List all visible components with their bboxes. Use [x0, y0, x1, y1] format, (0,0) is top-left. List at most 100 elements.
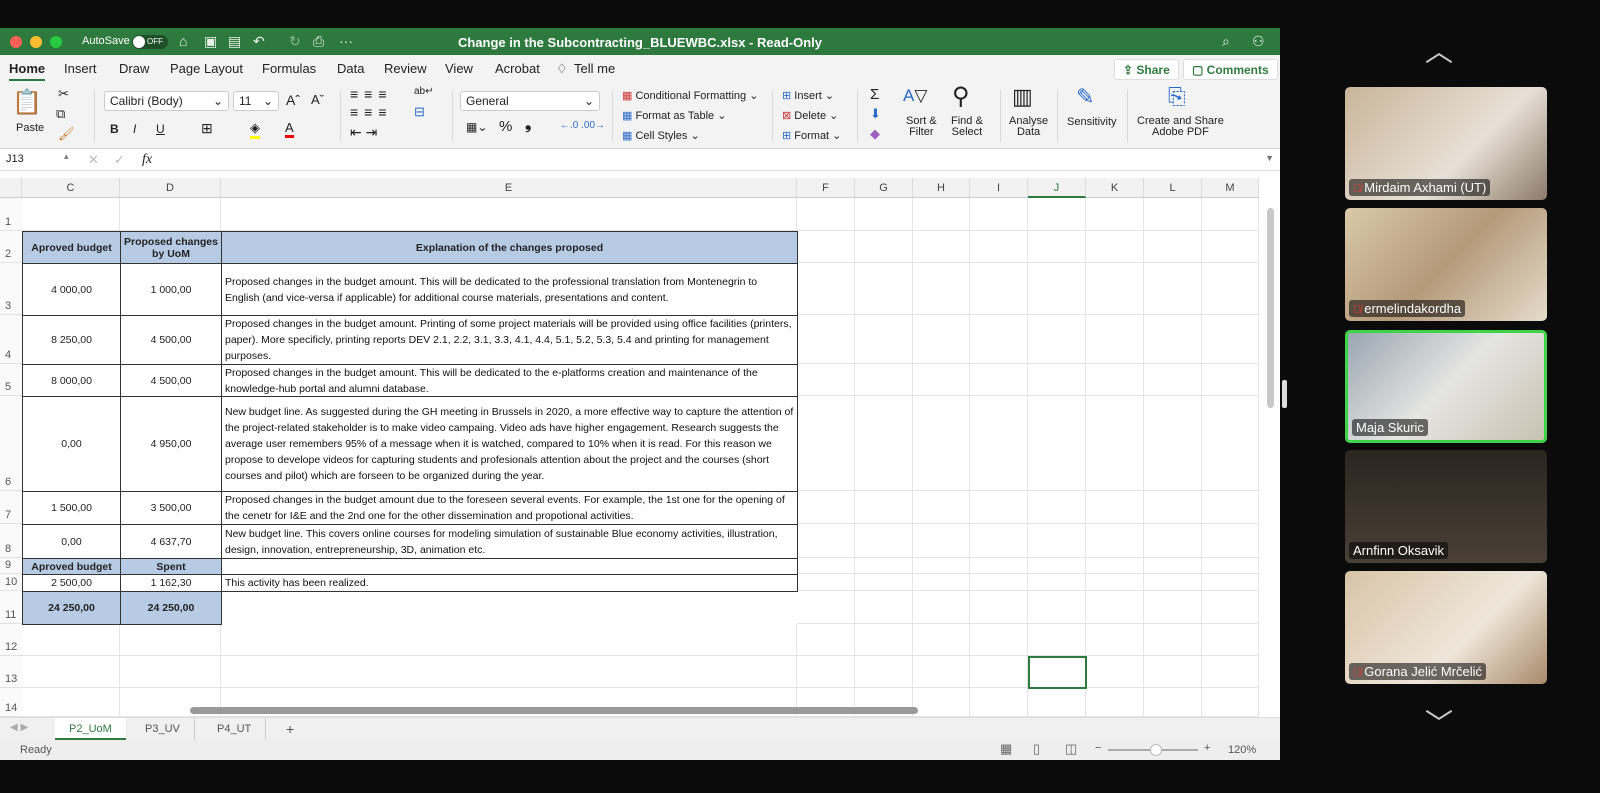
cell[interactable] [855, 315, 913, 364]
cell[interactable] [1086, 591, 1144, 624]
row-header-3[interactable]: 3 [0, 263, 22, 315]
explanation-cell[interactable]: Proposed changes in the budget amount. P… [221, 315, 798, 365]
cell[interactable] [1144, 263, 1202, 315]
approved-budget-cell[interactable]: 8 250,00 [22, 315, 121, 365]
autosum-icon[interactable]: Σ [870, 86, 879, 103]
cell[interactable] [797, 491, 855, 524]
create-share-pdf-button[interactable]: Create and Share Adobe PDF [1137, 116, 1224, 138]
tab-formulas[interactable]: Formulas [262, 61, 316, 76]
cell[interactable] [855, 198, 913, 231]
column-header-d[interactable]: D [120, 178, 221, 198]
cell[interactable] [913, 688, 970, 717]
row-header-1[interactable]: 1 [0, 198, 22, 231]
cell[interactable] [1086, 558, 1144, 574]
cell[interactable] [120, 624, 221, 656]
decrease-font-icon[interactable]: Aˇ [311, 92, 324, 107]
column-header-c[interactable]: C [22, 178, 120, 198]
cell[interactable] [797, 198, 855, 231]
cell[interactable] [797, 396, 855, 491]
cell[interactable] [1202, 624, 1259, 656]
selected-cell-j13[interactable] [1028, 656, 1087, 689]
underline-button[interactable]: U [156, 122, 165, 136]
explanation-cell[interactable]: New budget line. This covers online cour… [221, 524, 798, 559]
row-header-11[interactable]: 11 [0, 591, 22, 624]
cell[interactable] [797, 591, 855, 624]
cell[interactable] [970, 364, 1028, 396]
sensitivity-button[interactable]: Sensitivity [1067, 116, 1117, 128]
comments-button[interactable]: ▢ Comments [1183, 59, 1278, 80]
cell[interactable] [797, 231, 855, 263]
zoom-out-button[interactable]: − [1095, 742, 1101, 754]
cell[interactable] [1028, 558, 1086, 574]
cell[interactable] [913, 558, 970, 574]
cell[interactable] [855, 574, 913, 591]
cell[interactable] [1086, 491, 1144, 524]
clear-icon[interactable]: ◆ [870, 126, 880, 142]
vertical-scrollbar[interactable] [1267, 208, 1274, 408]
header-approved-budget-2[interactable]: Aproved budget [22, 558, 121, 575]
cell[interactable] [221, 198, 797, 231]
cell[interactable] [1086, 364, 1144, 396]
cell[interactable] [913, 591, 970, 624]
find-icon[interactable]: ⚲ [952, 82, 970, 111]
row-header-13[interactable]: 13 [0, 656, 22, 688]
sheet-nav-arrows[interactable]: ◀ ▶ [10, 722, 28, 733]
cell[interactable] [1202, 524, 1259, 558]
cell[interactable] [1028, 231, 1086, 263]
cell[interactable] [1028, 524, 1086, 558]
cell[interactable] [22, 656, 120, 688]
cell[interactable] [1086, 315, 1144, 364]
cell[interactable] [1086, 624, 1144, 656]
copy-icon[interactable]: ⧉ [56, 106, 65, 122]
empty-cell[interactable] [221, 558, 798, 575]
cell[interactable] [1028, 574, 1086, 591]
row-header-9[interactable]: 9 [0, 558, 22, 574]
approved-budget-cell[interactable]: 8 000,00 [22, 364, 121, 397]
name-box[interactable]: J13 [6, 153, 24, 165]
function-icon[interactable]: fx [142, 152, 152, 168]
cell[interactable] [970, 491, 1028, 524]
cell[interactable] [1202, 491, 1259, 524]
cell[interactable] [1028, 263, 1086, 315]
cell[interactable] [970, 558, 1028, 574]
cell[interactable] [797, 558, 855, 574]
approved-budget-cell[interactable]: 0,00 [22, 524, 121, 559]
tab-page-layout[interactable]: Page Layout [170, 61, 243, 76]
row-header-5[interactable]: 5 [0, 364, 22, 396]
cell[interactable] [1144, 364, 1202, 396]
tab-draw[interactable]: Draw [119, 61, 149, 76]
header-approved-budget[interactable]: Aproved budget [22, 231, 121, 264]
analyse-data-button[interactable]: Analyse Data [1009, 116, 1048, 138]
cell[interactable] [22, 624, 120, 656]
cell[interactable] [1028, 688, 1086, 717]
cell[interactable] [1202, 315, 1259, 364]
share-button[interactable]: ⇪ Share [1114, 59, 1179, 80]
cell[interactable] [855, 591, 913, 624]
proposed-change-cell[interactable]: 4 500,00 [120, 364, 222, 397]
cell[interactable] [855, 558, 913, 574]
cell[interactable] [1028, 198, 1086, 231]
column-header-m[interactable]: M [1202, 178, 1259, 198]
cell[interactable] [1144, 231, 1202, 263]
approved-budget-cell[interactable]: 1 500,00 [22, 491, 121, 525]
cell[interactable] [1086, 688, 1144, 717]
page-layout-view-icon[interactable]: ▯ [1033, 741, 1040, 757]
cell[interactable] [221, 624, 797, 656]
total-approved-cell[interactable]: 24 250,00 [22, 591, 121, 625]
cell[interactable] [22, 688, 120, 717]
cell-styles-button[interactable]: ▦ Cell Styles ⌄ [622, 129, 700, 142]
row-header-12[interactable]: 12 [0, 624, 22, 656]
cell[interactable] [1086, 524, 1144, 558]
comma-icon[interactable]: ❟ [525, 116, 531, 134]
cell[interactable] [1028, 315, 1086, 364]
cell[interactable] [1086, 263, 1144, 315]
paste-icon[interactable]: 📋 [12, 88, 42, 117]
cell[interactable] [855, 624, 913, 656]
column-header-l[interactable]: L [1144, 178, 1202, 198]
cell[interactable] [1144, 396, 1202, 491]
column-header-j[interactable]: J [1028, 178, 1086, 198]
cell[interactable] [970, 524, 1028, 558]
cell[interactable] [797, 524, 855, 558]
cell[interactable] [913, 263, 970, 315]
explanation-cell[interactable]: Proposed changes in the budget amount du… [221, 491, 798, 525]
